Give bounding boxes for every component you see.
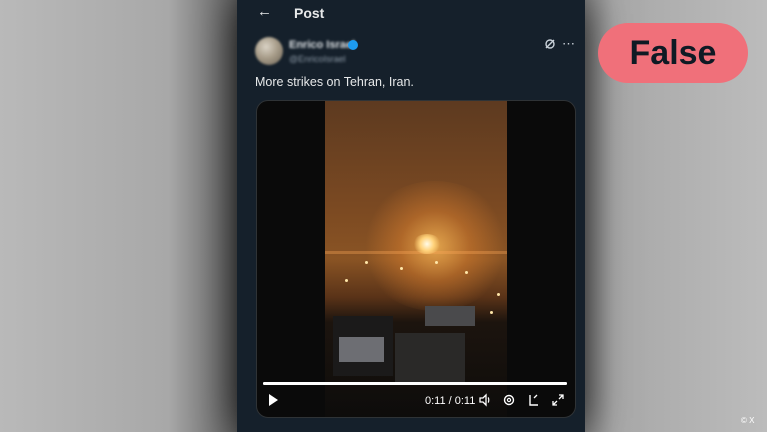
building [395, 333, 465, 383]
more-options-icon[interactable]: ⋯ [562, 36, 576, 52]
page-title: Post [294, 5, 325, 21]
fact-check-badge: False [598, 23, 748, 83]
city-light [490, 311, 493, 314]
video-time: 0:11 / 0:11 [425, 395, 476, 407]
city-light [345, 279, 348, 282]
settings-icon[interactable] [502, 393, 516, 407]
video-progress-bar[interactable] [263, 382, 567, 385]
building [339, 337, 384, 362]
image-credit: © X [741, 416, 755, 425]
city-light [465, 271, 468, 274]
verified-badge-icon [348, 40, 358, 50]
arrow-left-icon[interactable]: ← [257, 4, 272, 20]
volume-icon[interactable] [478, 393, 492, 407]
building [425, 306, 475, 326]
grok-icon[interactable] [544, 38, 556, 50]
city-light [435, 261, 438, 264]
author-handle[interactable]: @EnricoIsrael [289, 54, 346, 64]
author-name[interactable]: Enrico Israel [289, 39, 355, 51]
avatar[interactable] [255, 37, 283, 65]
video-controls: 0:11 / 0:11 [257, 392, 575, 414]
post-panel: ← Post Enrico Israel @EnricoIsrael ⋯ Mor… [237, 0, 585, 432]
video-progress-fill [263, 382, 567, 385]
post-header: ← Post [237, 0, 585, 26]
horizon-line [325, 251, 507, 254]
post-text: More strikes on Tehran, Iran. [255, 75, 414, 89]
video-player[interactable]: 0:11 / 0:11 [256, 100, 576, 418]
fullscreen-icon[interactable] [551, 393, 565, 407]
city-light [497, 293, 500, 296]
city-light [400, 267, 403, 270]
captions-icon[interactable] [527, 393, 541, 407]
city-light [365, 261, 368, 264]
explosion-flash [413, 234, 441, 254]
video-frame[interactable] [325, 101, 507, 417]
play-icon[interactable] [269, 394, 278, 406]
